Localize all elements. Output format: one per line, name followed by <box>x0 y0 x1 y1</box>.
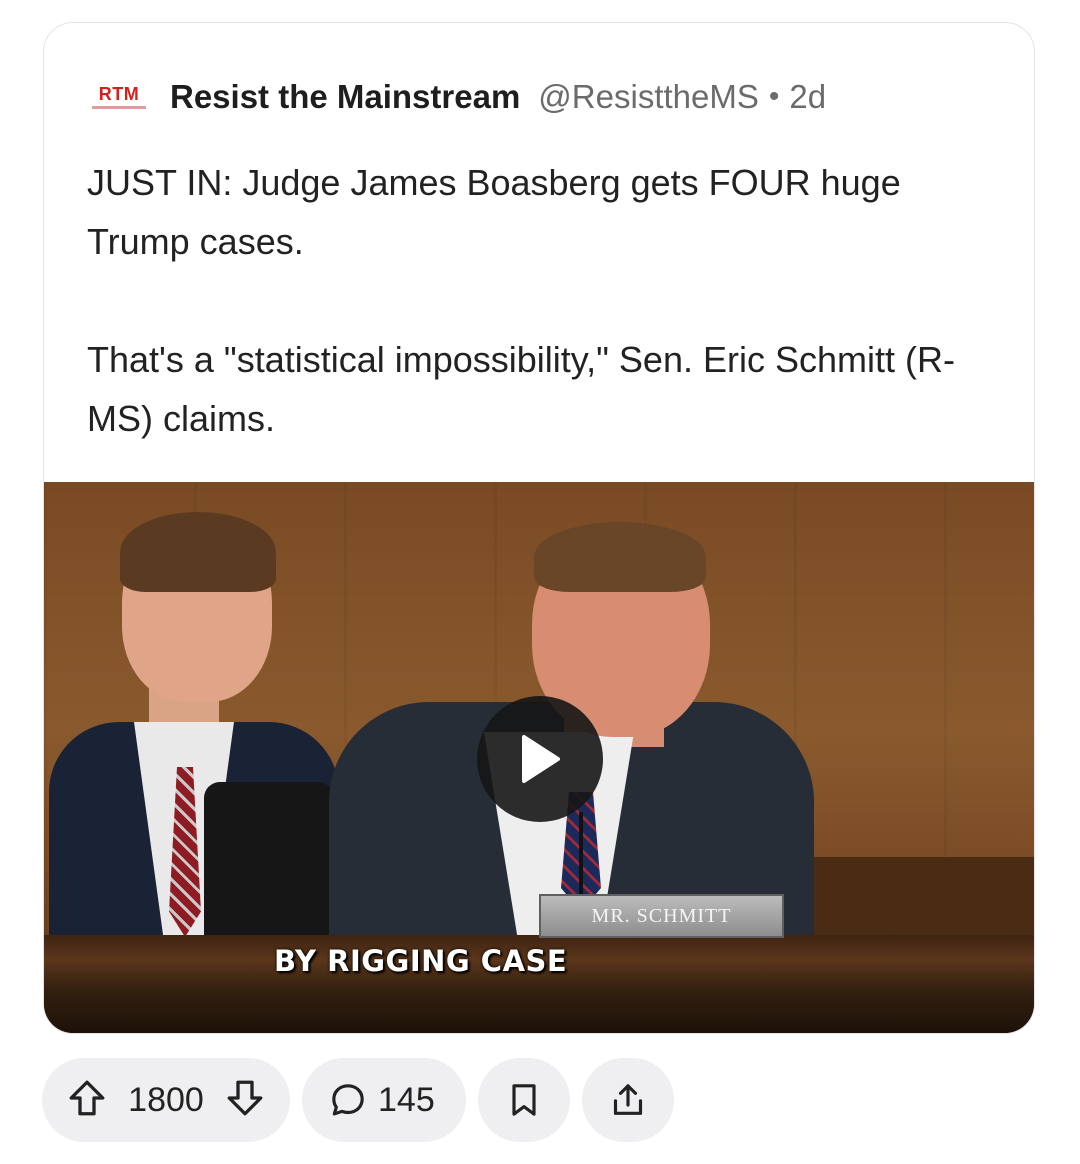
video-player[interactable]: MR. SCHMITT BY RIGGING CASE <box>44 482 1034 1033</box>
comments-button[interactable]: 145 <box>302 1058 466 1142</box>
bookmark-icon <box>512 1084 536 1116</box>
action-bar: 1800 145 <box>42 1058 674 1142</box>
nameplate: MR. SCHMITT <box>539 894 784 938</box>
logo-text: RTM <box>98 84 140 104</box>
vote-control: 1800 <box>42 1058 290 1142</box>
logo-subtext-bar <box>92 106 146 109</box>
post-time: 2d <box>789 78 827 115</box>
downvote-icon <box>227 1080 263 1115</box>
upvote-count: 1800 <box>128 1080 204 1119</box>
upvote-button[interactable] <box>66 1077 108 1124</box>
post-body: JUST IN: Judge James Boasberg gets FOUR … <box>87 153 987 448</box>
rtm-logo[interactable]: RTM <box>90 82 148 112</box>
bookmark-button[interactable] <box>478 1058 570 1142</box>
share-button[interactable] <box>582 1058 674 1142</box>
post-paragraph: That's a "statistical impossibility," Se… <box>87 339 955 439</box>
author-handle[interactable]: @ResisttheMS <box>538 78 759 116</box>
comment-icon <box>332 1084 364 1116</box>
share-icon <box>613 1084 643 1115</box>
play-button[interactable] <box>477 696 603 822</box>
microphone <box>579 812 583 907</box>
senator-hair <box>534 522 706 592</box>
bench <box>804 857 1034 942</box>
person-left-hair <box>120 512 276 592</box>
comment-count: 145 <box>378 1080 435 1119</box>
chair <box>204 782 334 952</box>
author-name[interactable]: Resist the Mainstream <box>170 78 520 116</box>
post-paragraph: JUST IN: Judge James Boasberg gets FOUR … <box>87 162 901 262</box>
downvote-button[interactable] <box>224 1077 266 1124</box>
upvote-icon <box>69 1080 105 1115</box>
meta-separator: • <box>768 80 780 113</box>
play-icon <box>522 735 560 783</box>
post-header: RTM Resist the Mainstream @ResisttheMS •… <box>44 71 1034 123</box>
post-card[interactable]: RTM Resist the Mainstream @ResisttheMS •… <box>43 22 1035 1034</box>
video-caption: BY RIGGING CASE <box>274 944 568 978</box>
